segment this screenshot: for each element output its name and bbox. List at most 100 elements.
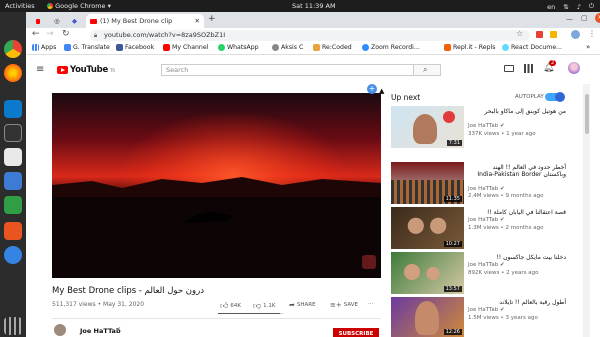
youtube-logo[interactable]: YouTube TR [57,65,115,75]
tab-active[interactable]: (1) My Best Drone clip ✕ [86,14,204,28]
chrome-dock-icon[interactable] [4,40,22,58]
share-button[interactable]: ➦ SHARE [289,301,316,309]
subscribe-button[interactable]: SUBSCRIBE [333,328,379,337]
extension-icon[interactable] [536,31,543,38]
upload-age: 3 years ago [505,315,538,321]
upnext-title[interactable]: أخطر حدود في العالم !! الهند وباكستان In… [468,164,566,178]
profile-avatar[interactable] [571,30,580,39]
channel-name[interactable]: Joe HaTTab [80,327,121,335]
upnext-item[interactable]: 12:26 أطول رقبة بالعالم !! تايلاند Joe H… [391,297,567,337]
upnext-item[interactable]: 7:31 من هوتيل كوبنق إلى ماكاو بالبحر Joe… [391,106,567,156]
save-button[interactable]: ≡+ SAVE [330,301,358,309]
upnext-title[interactable]: قصة اعتقالنا في اليابان كاملة !! [468,209,566,216]
lang-indicator[interactable]: en [547,3,555,11]
more-actions-button[interactable]: ··· [368,301,373,307]
pinned-tab[interactable] [32,14,44,28]
editor-dock-icon[interactable] [4,148,22,166]
address-bar[interactable]: 🔒︎ youtube.com/watch?v=8za9SOZbZ1I [90,30,530,41]
new-tab-button[interactable]: + [208,14,216,24]
terminal-dock-icon[interactable] [4,124,22,142]
help-dock-icon[interactable] [4,246,22,264]
save-label: SAVE [343,302,358,308]
channel-row: Joe HaTTab ✔ SUBSCRIBE [52,318,381,337]
bookmark-recoded[interactable]: Re:Coded [313,44,352,51]
create-video-icon[interactable] [504,65,514,72]
thumbnail-badge [443,111,455,123]
account-avatar[interactable] [568,62,580,74]
channel-avatar[interactable] [54,324,66,336]
upnext-title[interactable]: من هوتيل كوبنق إلى ماكاو بالبحر [468,108,567,115]
vscode-dock-icon[interactable] [4,100,22,118]
channel-name: Joe HaTTab [468,307,499,313]
back-icon[interactable]: ← [32,29,40,39]
more-bookmarks-icon[interactable]: » [586,43,590,51]
bookmark-translate[interactable]: G. Translate [64,44,110,51]
bookmark-apps[interactable]: Apps [32,44,56,51]
bookmark-my-channel[interactable]: My Channel [163,44,208,51]
reload-icon[interactable]: ↻ [62,29,70,39]
search-input[interactable]: Search [161,64,441,76]
menu-dots-icon[interactable]: ⋮ [588,29,596,38]
show-apps-icon[interactable] [4,317,22,335]
region-code: TR [109,67,116,73]
search-button[interactable]: ⌕ [413,64,441,76]
close-icon[interactable]: ✕ [195,17,200,25]
extension-icon[interactable] [550,31,557,38]
video-thumbnail[interactable]: 11:35 [391,162,464,204]
network-icon[interactable]: ⇅ [563,3,568,11]
app-menu[interactable]: Google Chrome ▾ [47,2,111,10]
hamburger-menu-icon[interactable]: ≡ [36,64,44,75]
bookmark-react[interactable]: React Docume... [502,44,562,51]
upnext-title[interactable]: دخلنا بيت مايكل جاكسون !! [468,254,566,261]
upnext-item[interactable]: 10:27 قصة اعتقالنا في اليابان كاملة !! J… [391,207,567,257]
spreadsheet-dock-icon[interactable] [4,196,22,214]
bookmarks-bar: Apps G. Translate Facebook My Channel Wh… [26,42,600,55]
dislike-button[interactable]: 👎︎ 1.1K [253,301,275,311]
bookmark-facebook[interactable]: Facebook [116,44,154,51]
video-player[interactable] [52,93,381,278]
video-thumbnail[interactable]: 12:26 [391,297,464,337]
volume-icon[interactable]: ♪ [577,3,581,11]
maximize-icon[interactable]: ▢ [581,14,588,22]
upload-age: 9 months ago [505,193,544,199]
forward-icon[interactable]: → [46,29,54,39]
view-count: 337K views [468,131,500,137]
autoplay-toggle[interactable] [545,92,565,102]
pinned-tab[interactable]: ◎ [50,14,62,28]
upnext-channel: Joe HaTTab ✔ [468,186,505,192]
pinned-tab[interactable]: ◆ [68,14,80,28]
globe-icon: ◎ [54,17,60,25]
video-meta: 511,317 views • May 31, 2020 [52,301,145,308]
power-icon[interactable]: ⏻ [589,2,594,11]
software-center-dock-icon[interactable] [4,222,22,240]
duration-badge: 7:31 [446,140,462,146]
upnext-item[interactable]: 11:35 أخطر حدود في العالم !! الهند وباكس… [391,162,567,212]
video-thumbnail[interactable]: 13:57 [391,252,464,294]
verified-icon: ✔ [499,186,505,192]
thumbs-up-icon: 👍︎ [220,301,229,310]
like-button[interactable]: 👍︎ 64K [220,301,241,311]
scrollbar-thumb[interactable] [585,94,589,134]
url-text: youtube.com/watch?v=8za9SOZbZ1I [104,31,226,39]
window-close-icon[interactable]: ✕ [595,13,600,23]
bookmark-label: Facebook [125,44,155,51]
video-thumbnail[interactable]: 10:27 [391,207,464,249]
firefox-dock-icon[interactable] [4,64,22,82]
activities-button[interactable]: Activities [5,2,35,10]
upload-age: 2 years ago [506,270,539,276]
upload-date: May 31, 2020 [103,301,145,308]
minimize-icon[interactable]: — [566,15,573,23]
document-dock-icon[interactable] [4,172,22,190]
upnext-item[interactable]: 13:57 دخلنا بيت مايكل جاكسون !! Joe HaTT… [391,252,567,302]
upnext-title[interactable]: أطول رقبة بالعالم !! تايلاند [468,299,566,306]
bookmark-zoom[interactable]: Zoom Recordi... [362,44,420,51]
bookmark-label: WhatsApp [227,44,259,51]
bookmark-star-icon[interactable]: ☆ [516,29,523,38]
apps-icon[interactable] [524,64,533,73]
video-thumbnail[interactable]: 7:31 [391,106,464,148]
clock[interactable]: Sat 11:39 AM [292,2,336,10]
bookmark-aksis[interactable]: Aksis C [272,44,303,51]
bookmark-label: React Docume... [511,44,563,51]
bookmark-replit[interactable]: Repl.it - Repls [444,44,495,51]
bookmark-whatsapp[interactable]: WhatsApp [218,44,259,51]
